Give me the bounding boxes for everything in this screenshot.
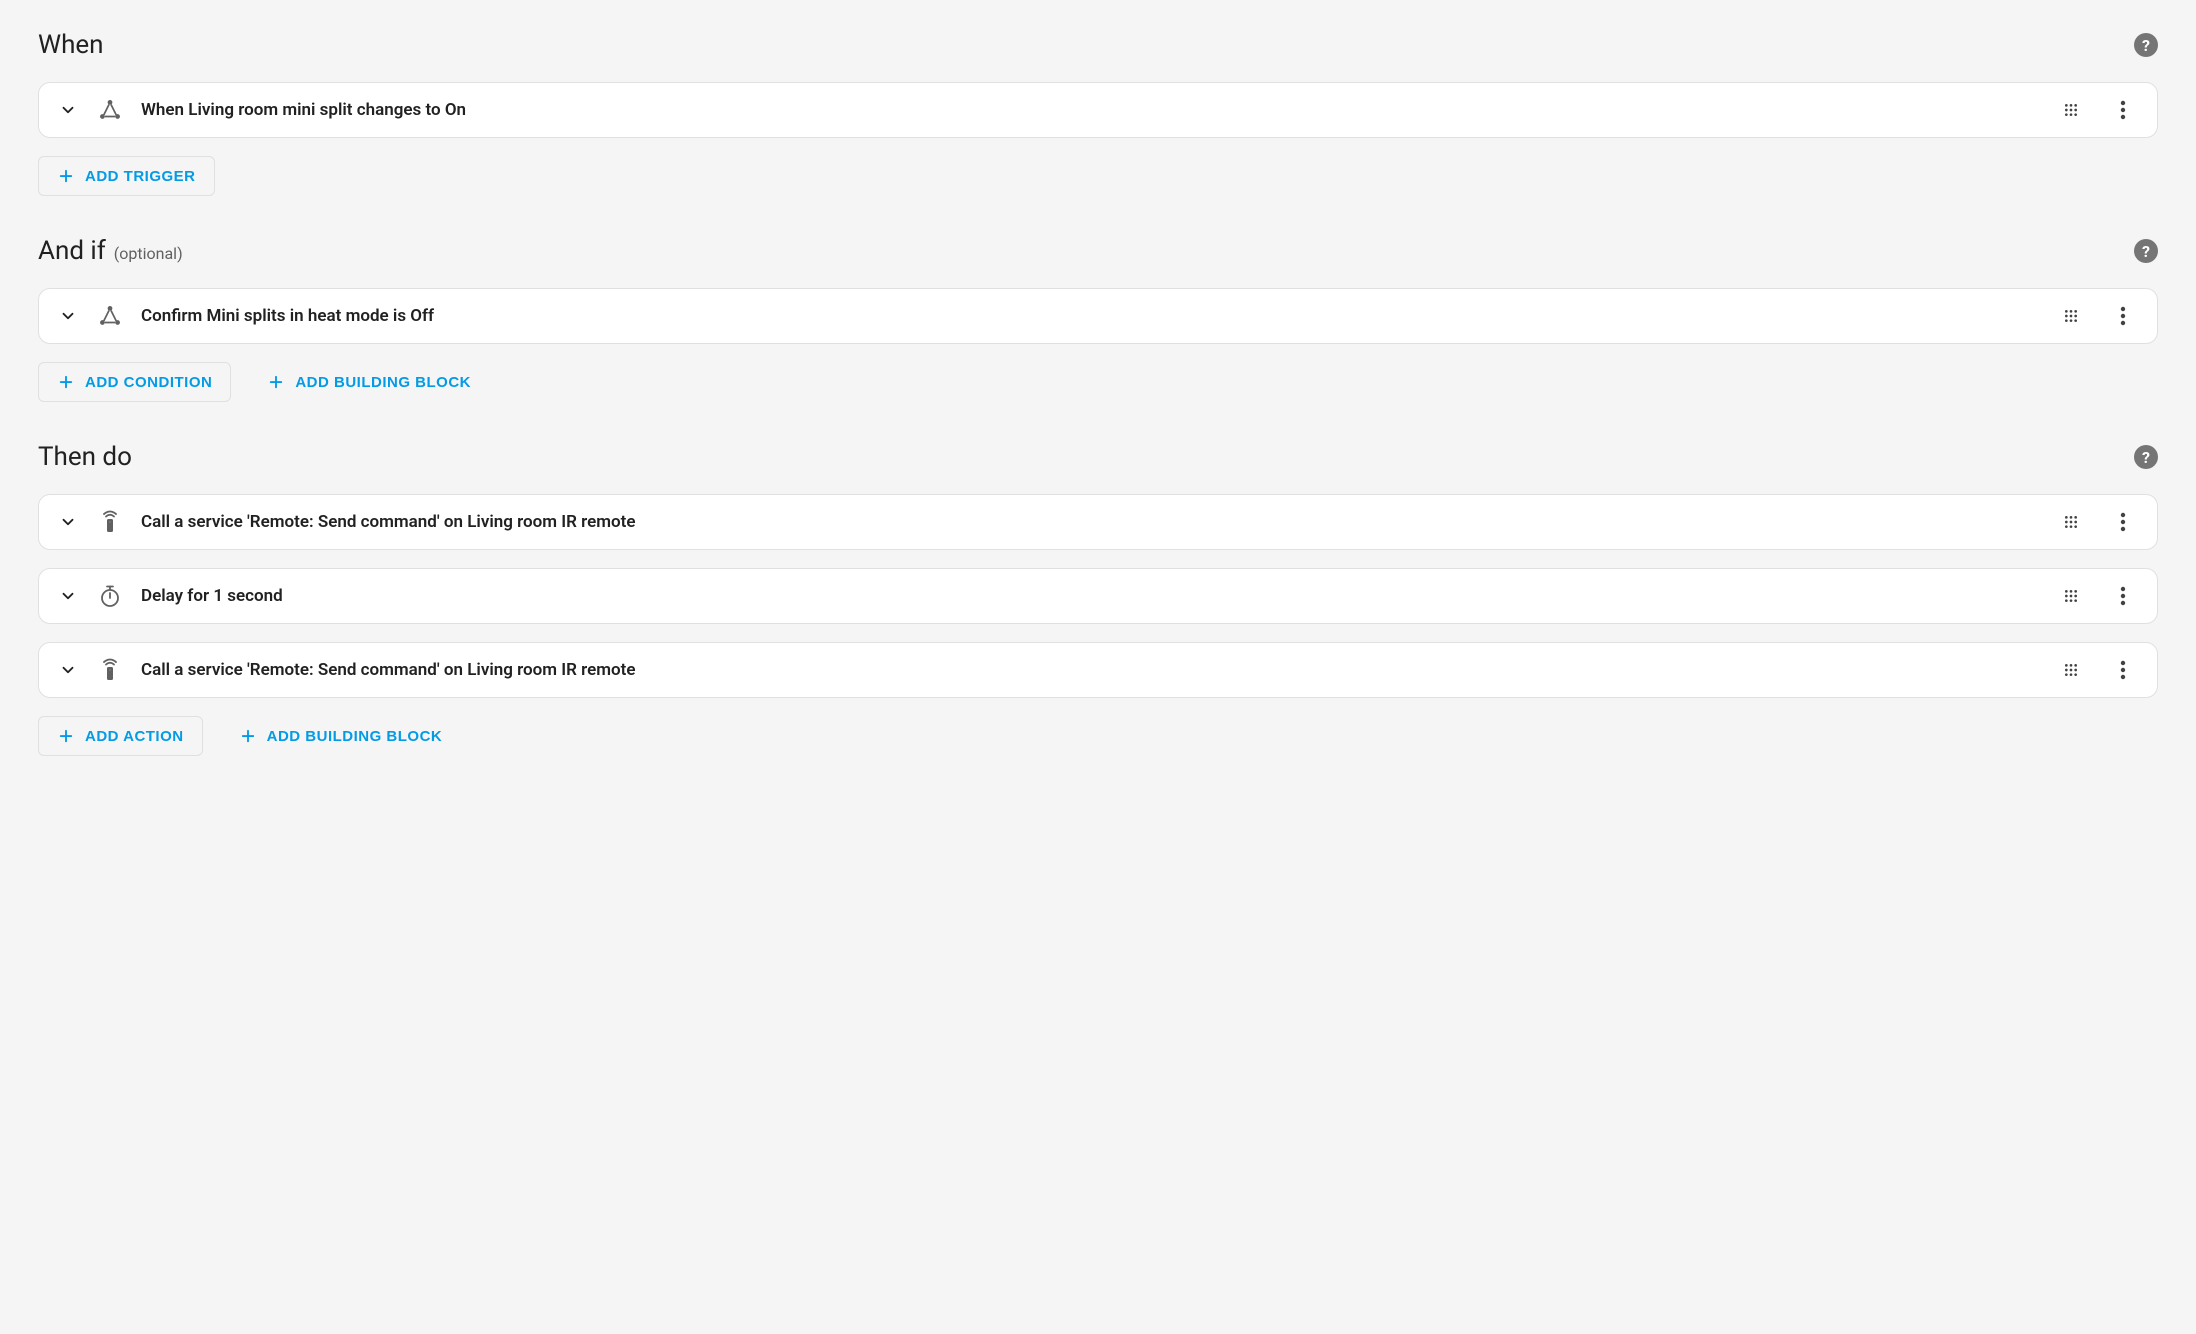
- condition-label: Confirm Mini splits in heat mode is Off: [141, 306, 434, 326]
- drag-handle-icon[interactable]: [2061, 660, 2081, 680]
- condition-row[interactable]: Confirm Mini splits in heat mode is Off: [38, 288, 2158, 344]
- add-condition-label: Add Condition: [85, 374, 212, 391]
- add-condition-button[interactable]: Add Condition: [38, 362, 231, 402]
- state-icon: [97, 97, 123, 123]
- help-icon[interactable]: ?: [2134, 445, 2158, 469]
- add-trigger-button[interactable]: Add Trigger: [38, 156, 215, 196]
- action-row-right: [2061, 512, 2139, 532]
- and-if-optional: (optional): [114, 244, 183, 263]
- state-icon: [97, 303, 123, 329]
- trigger-row-right: [2061, 100, 2139, 120]
- timer-icon: [97, 583, 123, 609]
- when-section: When ? When Living room mini split chang…: [38, 30, 2158, 196]
- action-row-left: Call a service 'Remote: Send command' on…: [57, 509, 2061, 535]
- add-action-label: Add Action: [85, 728, 184, 745]
- and-if-buttons: Add Condition Add Building Block: [38, 362, 2158, 402]
- action-row[interactable]: Call a service 'Remote: Send command' on…: [38, 494, 2158, 550]
- action-row[interactable]: Delay for 1 second: [38, 568, 2158, 624]
- drag-handle-icon[interactable]: [2061, 586, 2081, 606]
- action-row-right: [2061, 586, 2139, 606]
- and-if-title-text: And if: [38, 236, 106, 266]
- trigger-label: When Living room mini split changes to O…: [141, 100, 466, 120]
- and-if-header: And if (optional) ?: [38, 236, 2158, 266]
- then-do-section: Then do ? Call a service 'Remote: Send c…: [38, 442, 2158, 756]
- and-if-section: And if (optional) ? Confirm Mini splits …: [38, 236, 2158, 402]
- add-trigger-label: Add Trigger: [85, 168, 196, 185]
- then-do-title: Then do: [38, 442, 132, 472]
- condition-row-left: Confirm Mini splits in heat mode is Off: [57, 303, 2061, 329]
- condition-row-right: [2061, 306, 2139, 326]
- chevron-down-icon[interactable]: [57, 585, 79, 607]
- trigger-row[interactable]: When Living room mini split changes to O…: [38, 82, 2158, 138]
- when-title-text: When: [38, 30, 104, 60]
- when-buttons: Add Trigger: [38, 156, 2158, 196]
- action-row[interactable]: Call a service 'Remote: Send command' on…: [38, 642, 2158, 698]
- add-action-button[interactable]: Add Action: [38, 716, 203, 756]
- more-icon[interactable]: [2113, 306, 2133, 326]
- chevron-down-icon[interactable]: [57, 659, 79, 681]
- more-icon[interactable]: [2113, 660, 2133, 680]
- more-icon[interactable]: [2113, 586, 2133, 606]
- action-row-left: Call a service 'Remote: Send command' on…: [57, 657, 2061, 683]
- action-label: Delay for 1 second: [141, 586, 283, 606]
- plus-icon: [57, 373, 75, 391]
- plus-icon: [57, 167, 75, 185]
- then-do-buttons: Add Action Add Building Block: [38, 716, 2158, 756]
- remote-icon: [97, 657, 123, 683]
- chevron-down-icon[interactable]: [57, 99, 79, 121]
- help-icon[interactable]: ?: [2134, 239, 2158, 263]
- add-building-block-button[interactable]: Add Building Block: [221, 716, 461, 756]
- trigger-row-left: When Living room mini split changes to O…: [57, 97, 2061, 123]
- add-building-block-label: Add Building Block: [267, 728, 443, 745]
- add-building-block-button[interactable]: Add Building Block: [249, 362, 489, 402]
- and-if-title: And if (optional): [38, 236, 183, 266]
- more-icon[interactable]: [2113, 100, 2133, 120]
- remote-icon: [97, 509, 123, 535]
- drag-handle-icon[interactable]: [2061, 512, 2081, 532]
- then-do-title-text: Then do: [38, 442, 132, 472]
- help-icon[interactable]: ?: [2134, 33, 2158, 57]
- chevron-down-icon[interactable]: [57, 511, 79, 533]
- action-row-left: Delay for 1 second: [57, 583, 2061, 609]
- action-row-right: [2061, 660, 2139, 680]
- plus-icon: [267, 373, 285, 391]
- add-building-block-label: Add Building Block: [295, 374, 471, 391]
- when-header: When ?: [38, 30, 2158, 60]
- drag-handle-icon[interactable]: [2061, 306, 2081, 326]
- more-icon[interactable]: [2113, 512, 2133, 532]
- action-label: Call a service 'Remote: Send command' on…: [141, 512, 636, 532]
- drag-handle-icon[interactable]: [2061, 100, 2081, 120]
- plus-icon: [239, 727, 257, 745]
- action-label: Call a service 'Remote: Send command' on…: [141, 660, 636, 680]
- then-do-header: Then do ?: [38, 442, 2158, 472]
- when-title: When: [38, 30, 104, 60]
- plus-icon: [57, 727, 75, 745]
- chevron-down-icon[interactable]: [57, 305, 79, 327]
